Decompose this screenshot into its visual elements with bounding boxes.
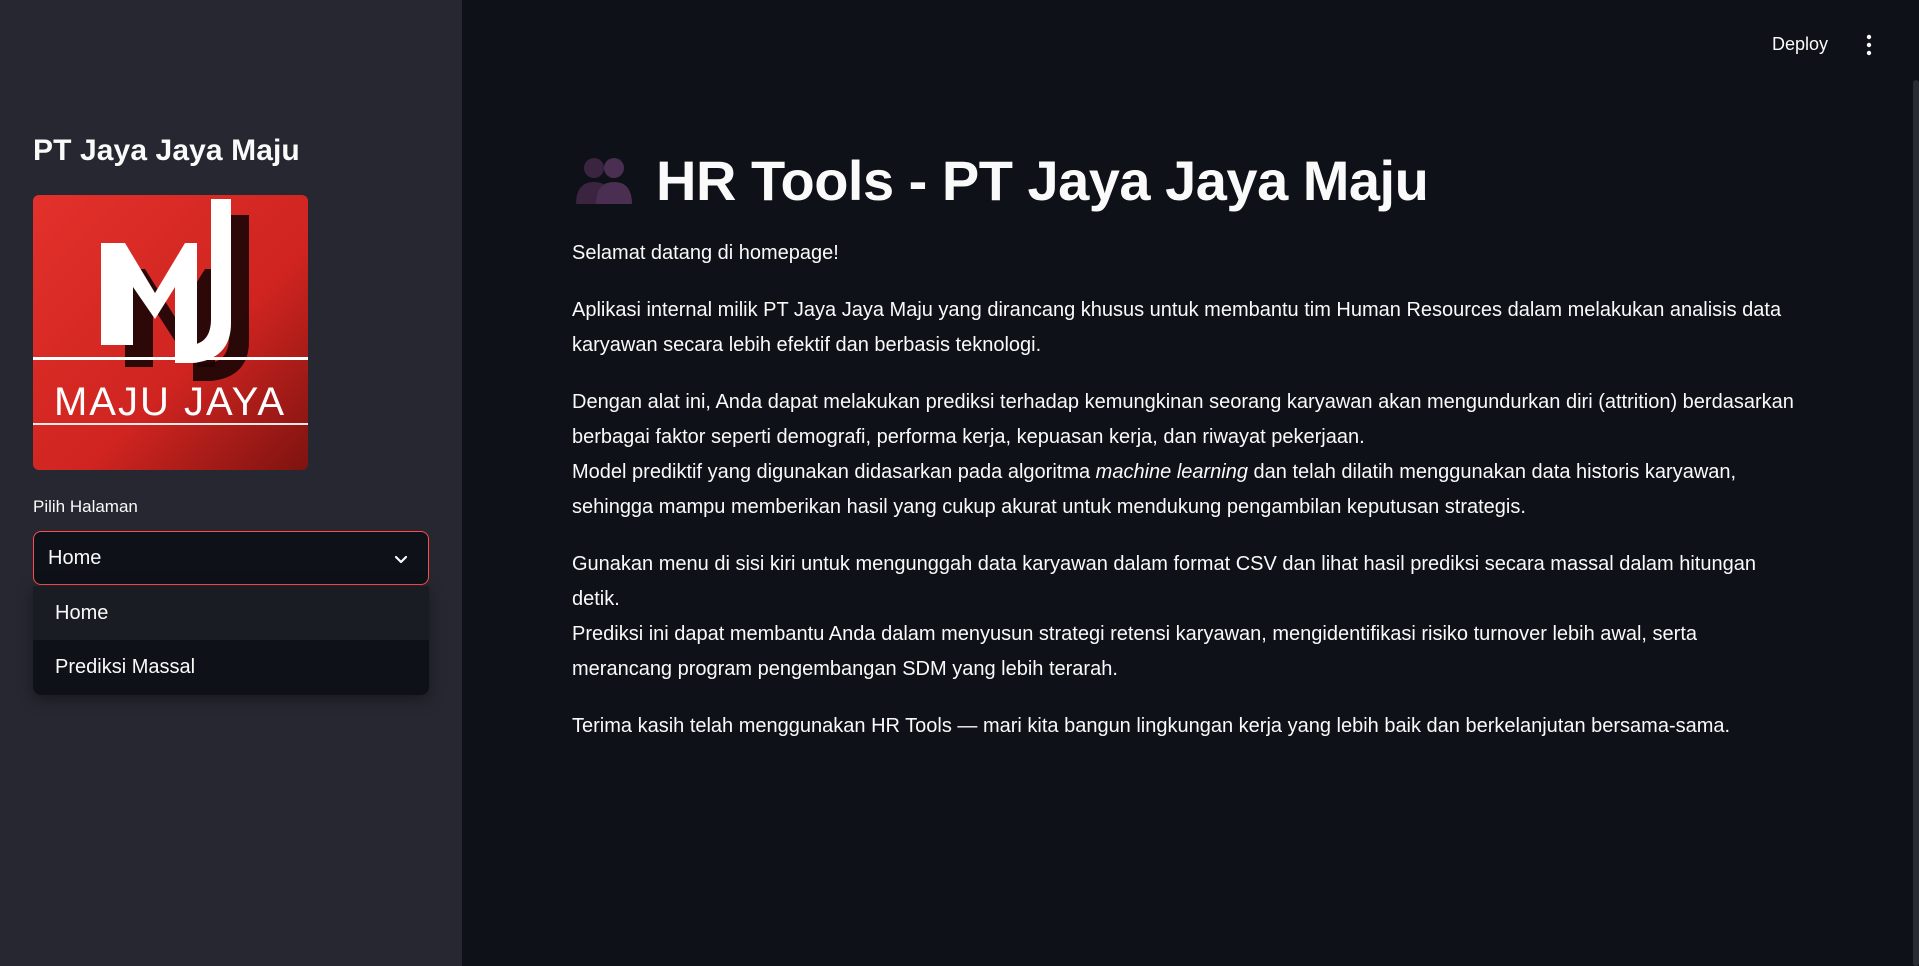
option-prediksi-massal[interactable]: Prediksi Massal <box>33 640 429 694</box>
machine-learning-emphasis: machine learning <box>1095 461 1248 483</box>
scrollbar[interactable] <box>1913 80 1919 966</box>
closing-paragraph: Terima kasih telah menggunakan HR Tools … <box>572 715 1731 737</box>
page-select-dropdown: Home Prediksi Massal <box>33 586 429 695</box>
usage-line-1: Gunakan menu di sisi kiri untuk mengungg… <box>572 553 1756 610</box>
page-select-label: Pilih Halaman <box>33 497 138 516</box>
page-select-value: Home <box>48 547 102 569</box>
kebab-menu-icon[interactable] <box>1857 32 1881 58</box>
content-body: Selamat datang di homepage! Aplikasi int… <box>572 236 1802 766</box>
people-icon <box>576 158 632 204</box>
usage-paragraph: Gunakan menu di sisi kiri untuk mengungg… <box>572 547 1802 687</box>
app-window: PT Jaya Jaya Maju MAJU JAYA Pilih Halama… <box>0 0 1919 966</box>
page-title: HR Tools - PT Jaya Jaya Maju <box>572 140 1429 220</box>
intro-paragraph: Aplikasi internal milik PT Jaya Jaya Maj… <box>572 299 1782 356</box>
welcome-text: Selamat datang di homepage! <box>572 242 839 264</box>
deploy-button[interactable]: Deploy <box>1760 30 1840 59</box>
chevron-up-icon <box>394 555 408 564</box>
sidebar-title: PT Jaya Jaya Maju <box>33 134 300 167</box>
description-paragraph: Dengan alat ini, Anda dapat melakukan pr… <box>572 385 1802 525</box>
page-title-text: HR Tools - PT Jaya Jaya Maju <box>656 148 1429 212</box>
option-home[interactable]: Home <box>33 586 429 640</box>
company-logo: MAJU JAYA <box>33 195 308 470</box>
description-line-1: Dengan alat ini, Anda dapat melakukan pr… <box>572 391 1794 448</box>
logo-text: MAJU JAYA <box>54 380 286 424</box>
usage-line-2: Prediksi ini dapat membantu Anda dalam m… <box>572 623 1698 680</box>
description-line-2a: Model prediktif yang digunakan didasarka… <box>572 461 1096 483</box>
sidebar: PT Jaya Jaya Maju MAJU JAYA Pilih Halama… <box>0 0 462 966</box>
page-select[interactable]: Home <box>33 531 429 585</box>
